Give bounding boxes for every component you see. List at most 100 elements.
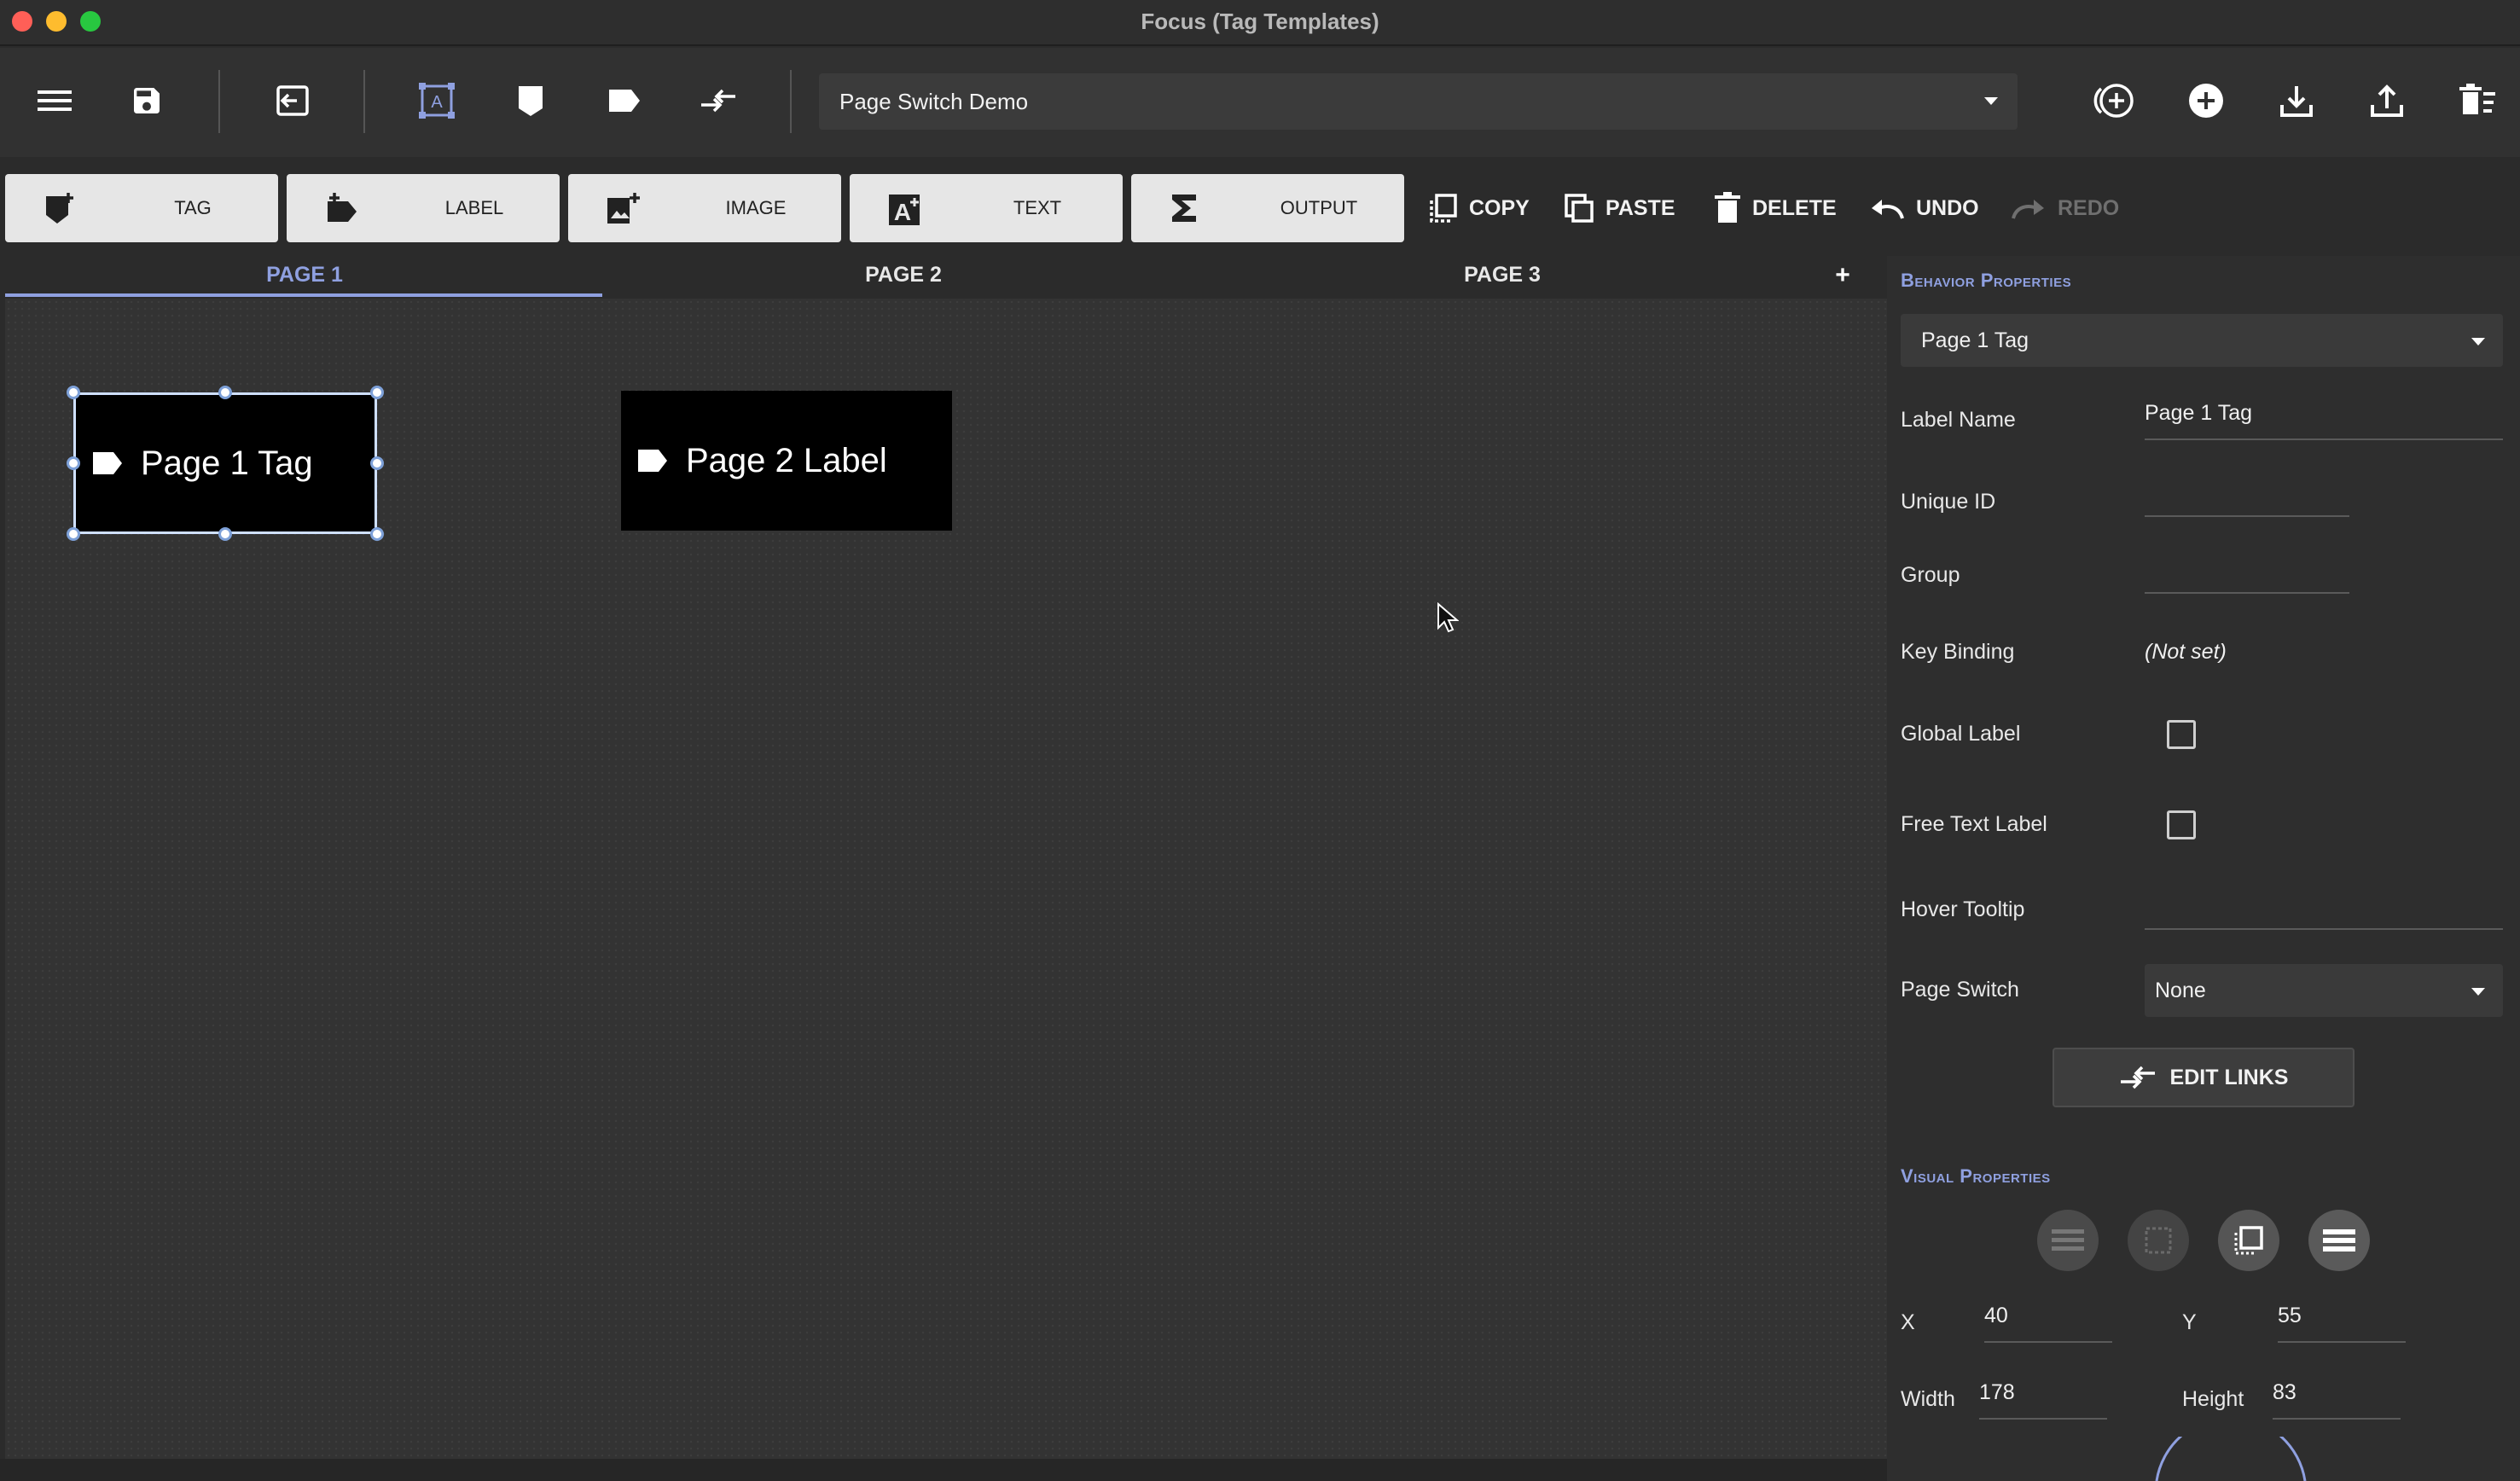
global-label-checkbox[interactable] — [2167, 720, 2196, 749]
resize-handle-se[interactable] — [370, 527, 384, 541]
border-outer-icon — [2234, 1226, 2263, 1255]
width-label: Width — [1901, 1387, 1955, 1411]
label-name-input[interactable]: Page 1 Tag — [2145, 401, 2252, 426]
add-text-icon: A — [889, 195, 920, 225]
template-select[interactable]: Page Switch Demo — [819, 73, 2018, 130]
resize-handle-n[interactable] — [218, 386, 232, 399]
svg-text:A: A — [431, 93, 443, 112]
save-button[interactable] — [116, 70, 177, 131]
free-text-label-label: Free Text Label — [1901, 812, 2047, 836]
import-button[interactable] — [261, 70, 322, 131]
canvas-scrollbar[interactable] — [0, 1459, 1887, 1481]
key-binding-label: Key Binding — [1901, 640, 2015, 664]
fill-style-button[interactable] — [2037, 1210, 2099, 1271]
border-style-button[interactable] — [2218, 1210, 2279, 1271]
height-input[interactable]: 83 — [2273, 1380, 2296, 1405]
chevron-down-icon — [1984, 97, 1998, 105]
unique-id-input[interactable] — [2145, 483, 2349, 517]
menu-button[interactable] — [24, 70, 85, 131]
canvas-element-label: Page 1 Tag — [141, 444, 313, 482]
add-layer-button[interactable] — [2083, 70, 2145, 131]
key-binding-value[interactable]: (Not set) — [2145, 640, 2227, 665]
redo-button[interactable]: REDO — [2010, 183, 2119, 234]
canvas-element-page-2-label[interactable]: Page 2 Label — [621, 391, 952, 531]
element-select-value: Page 1 Tag — [1921, 328, 2029, 352]
add-label-icon — [328, 193, 357, 222]
toolbar-separator — [218, 70, 220, 133]
mouse-cursor-icon — [1437, 602, 1459, 633]
visual-properties-heading: Visual Properties — [1901, 1165, 2051, 1187]
add-output-button[interactable]: OUTPUT — [1131, 174, 1404, 242]
add-tag-label: TAG — [174, 197, 212, 218]
add-image-button[interactable]: IMAGE — [568, 174, 841, 242]
trash-icon — [1715, 192, 1740, 223]
group-label: Group — [1901, 563, 1960, 587]
select-region-button[interactable]: A — [406, 70, 467, 131]
page-switch-select[interactable]: None — [2145, 964, 2503, 1017]
download-button[interactable] — [2266, 70, 2327, 131]
copy-icon — [1430, 194, 1457, 223]
tab-page-2[interactable]: PAGE 2 — [604, 256, 1203, 297]
tag-shape-button[interactable] — [500, 70, 561, 131]
tab-page-3[interactable]: PAGE 3 — [1203, 256, 1802, 297]
page-switch-label: Page Switch — [1901, 978, 2019, 1002]
window-title: Focus (Tag Templates) — [1141, 9, 1379, 34]
width-input[interactable]: 178 — [1979, 1380, 2015, 1405]
resize-handle-s[interactable] — [218, 527, 232, 541]
resize-handle-nw[interactable] — [67, 386, 80, 399]
alignment-button[interactable] — [2308, 1210, 2370, 1271]
label-shape-icon — [609, 90, 640, 112]
save-icon — [134, 88, 160, 113]
resize-handle-w[interactable] — [67, 456, 80, 470]
delete-template-button[interactable] — [2447, 70, 2508, 131]
x-underline — [1984, 1341, 2112, 1343]
delete-list-icon — [2459, 84, 2495, 114]
delete-button[interactable]: DELETE — [1713, 183, 1837, 234]
sigma-icon — [1172, 195, 1196, 222]
add-tag-icon — [46, 193, 73, 224]
add-image-label: IMAGE — [725, 197, 787, 218]
border-none-button[interactable] — [2128, 1210, 2189, 1271]
resize-handle-e[interactable] — [370, 456, 384, 470]
undo-button[interactable]: UNDO — [1868, 183, 1979, 234]
label-name-underline — [2145, 438, 2503, 440]
edit-links-button[interactable]: EDIT LINKS — [2053, 1048, 2355, 1107]
y-input[interactable]: 55 — [2278, 1304, 2302, 1328]
canvas-element-label: Page 2 Label — [686, 441, 887, 479]
resize-handle-sw[interactable] — [67, 527, 80, 541]
toolbar-separator — [790, 70, 792, 133]
lines-icon — [2052, 1229, 2084, 1251]
element-select[interactable]: Page 1 Tag — [1901, 314, 2503, 367]
redo-icon — [2012, 200, 2044, 219]
paste-button[interactable]: PASTE — [1563, 183, 1675, 234]
resize-handle-ne[interactable] — [370, 386, 384, 399]
height-underline — [2273, 1418, 2401, 1420]
add-label-label: LABEL — [444, 197, 504, 218]
add-tag-button[interactable]: TAG — [5, 174, 278, 242]
label-shape-button[interactable] — [594, 70, 655, 131]
redo-label: REDO — [2058, 195, 2120, 220]
page-switch-link-button[interactable] — [688, 70, 749, 131]
add-template-button[interactable] — [2175, 70, 2237, 131]
x-input[interactable]: 40 — [1984, 1304, 2008, 1328]
rotation-dial-icon[interactable] — [2150, 1437, 2312, 1481]
add-page-button[interactable]: + — [1826, 256, 1860, 295]
add-circle-filled-icon — [2189, 84, 2223, 118]
delete-label: DELETE — [1752, 195, 1837, 220]
edit-links-label: EDIT LINKS — [2169, 1065, 2289, 1089]
upload-button[interactable] — [2356, 70, 2418, 131]
global-label-label: Global Label — [1901, 722, 2021, 746]
label-shape-icon — [638, 450, 667, 472]
add-circle-outline-icon — [2093, 84, 2134, 118]
add-text-button[interactable]: A TEXT — [850, 174, 1123, 242]
hover-tooltip-input[interactable] — [2145, 891, 2503, 925]
page-switch-link-icon — [701, 89, 735, 113]
add-label-button[interactable]: LABEL — [287, 174, 560, 242]
canvas-element-page-1-tag[interactable]: Page 1 Tag — [73, 392, 377, 534]
group-input[interactable] — [2145, 556, 2349, 590]
label-name-label: Label Name — [1901, 408, 2016, 432]
copy-button[interactable]: COPY — [1426, 183, 1530, 234]
tab-page-1[interactable]: PAGE 1 — [5, 256, 604, 297]
free-text-label-checkbox[interactable] — [2167, 810, 2196, 839]
toolbar-separator — [363, 70, 365, 133]
